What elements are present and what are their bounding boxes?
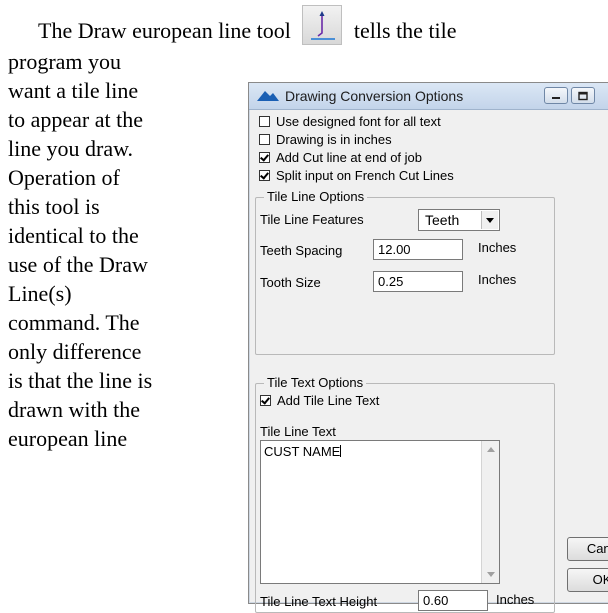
minimize-button[interactable]	[544, 87, 568, 104]
draw-european-line-tool-icon	[302, 5, 343, 45]
group-title: Tile Text Options	[264, 375, 367, 390]
paragraph-line: want a tile line	[8, 78, 139, 103]
tooth-size-label: Tooth Size	[260, 275, 321, 290]
teeth-spacing-unit: Inches	[478, 240, 517, 255]
paragraph-line: only difference	[8, 339, 142, 364]
dialog-title: Drawing Conversion Options	[285, 88, 464, 104]
tile-line-text-height-unit: Inches	[496, 592, 535, 607]
maximize-icon	[578, 91, 588, 100]
checkbox-box[interactable]	[260, 394, 271, 406]
paragraph-line: drawn with the	[8, 397, 140, 422]
checkbox-box[interactable]	[259, 169, 270, 181]
paragraph-line: Operation of	[8, 165, 120, 190]
checkbox-label: Split input on French Cut Lines	[276, 167, 454, 183]
tile-line-text-height-input[interactable]: 0.60	[418, 590, 488, 611]
checkbox-add-cut-line[interactable]: Add Cut line at end of job	[259, 149, 422, 165]
ok-button[interactable]: OK	[567, 568, 608, 592]
checkbox-box[interactable]	[259, 151, 270, 163]
tile-line-text-area[interactable]: CUST NAME	[260, 440, 500, 584]
tooth-size-unit: Inches	[478, 272, 517, 287]
checkbox-label: Drawing is in inches	[276, 131, 392, 147]
tile-line-features-select[interactable]: Teeth	[418, 209, 500, 231]
tile-line-features-label: Tile Line Features	[260, 212, 364, 227]
checkbox-label: Add Tile Line Text	[277, 392, 380, 408]
paragraph-line: is that the line is	[8, 368, 153, 393]
tile-line-text-height-label: Tile Line Text Height	[260, 594, 378, 609]
paragraph-line: program you	[8, 49, 122, 74]
text-caret	[340, 445, 342, 457]
drawing-conversion-options-dialog: Drawing Conversion Options Use designed …	[248, 82, 608, 613]
teeth-spacing-input[interactable]: 12.00	[373, 239, 463, 260]
checkbox-drawing-in-inches[interactable]: Drawing is in inches	[259, 131, 392, 147]
app-logo-icon	[257, 90, 279, 102]
tile-line-text-label: Tile Line Text	[260, 424, 336, 439]
cancel-button[interactable]: Canc	[567, 537, 608, 561]
checkbox-label: Add Cut line at end of job	[276, 149, 422, 165]
scroll-up-icon[interactable]	[487, 447, 495, 452]
select-value: Teeth	[425, 212, 460, 228]
paragraph-line: use of the Draw	[8, 252, 148, 277]
chevron-down-icon[interactable]	[481, 211, 498, 229]
maximize-button[interactable]	[571, 87, 595, 104]
checkbox-use-designed-font[interactable]: Use designed font for all text	[259, 113, 441, 129]
paragraph-line: this tool is	[8, 194, 100, 219]
paragraph-line: european line	[8, 426, 128, 451]
checkbox-box[interactable]	[259, 133, 270, 145]
tooth-size-input[interactable]: 0.25	[373, 271, 463, 292]
minimize-icon	[552, 96, 560, 99]
tile-line-text-value: CUST NAME	[264, 444, 342, 459]
checkbox-add-tile-line-text[interactable]: Add Tile Line Text	[260, 392, 379, 408]
paragraph-line: line you draw.	[8, 136, 134, 161]
paragraph-line: to appear at the	[8, 107, 143, 132]
group-title: Tile Line Options	[264, 189, 368, 204]
text-area-scrollbar[interactable]	[481, 441, 499, 583]
scroll-down-icon[interactable]	[487, 572, 495, 577]
intro-text-after: tells the tile	[353, 18, 457, 43]
checkbox-box[interactable]	[259, 115, 270, 127]
checkbox-split-french-cut[interactable]: Split input on French Cut Lines	[259, 167, 454, 183]
tile-text-options-group: Tile Text Options Add Tile Line Text Til…	[255, 375, 555, 613]
intro-sentence: The Draw european line tool tells the ti…	[38, 5, 457, 45]
intro-text-before: The Draw european line tool	[38, 18, 291, 43]
paragraph-body: program you want a tile line to appear a…	[8, 47, 218, 453]
paragraph-line: identical to the	[8, 223, 139, 248]
paragraph-line: command. The	[8, 310, 140, 335]
paragraph-line: Line(s)	[8, 281, 72, 306]
tile-line-options-group: Tile Line Options Tile Line Features Tee…	[255, 189, 555, 355]
teeth-spacing-label: Teeth Spacing	[260, 243, 343, 258]
checkbox-label: Use designed font for all text	[276, 113, 441, 129]
dialog-titlebar[interactable]: Drawing Conversion Options	[249, 83, 608, 110]
